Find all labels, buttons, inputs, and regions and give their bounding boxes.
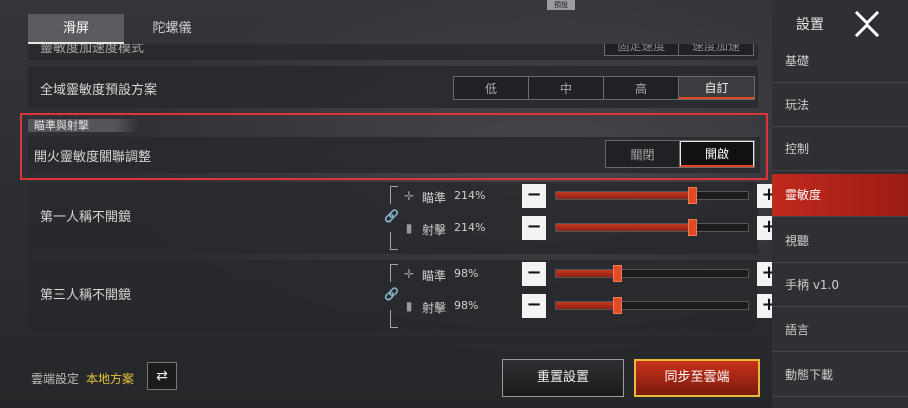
tab-swipe[interactable]: 滑屏 bbox=[28, 14, 124, 44]
sidebar-item-control[interactable]: 控制 bbox=[772, 128, 908, 171]
slider-value: 98% bbox=[454, 267, 479, 280]
slider-value: 214% bbox=[454, 189, 486, 202]
option-on[interactable]: 開啟 bbox=[680, 141, 754, 167]
close-icon-graphic bbox=[854, 10, 880, 38]
slider-thumb[interactable] bbox=[688, 219, 698, 236]
decrease-button[interactable]: − bbox=[522, 294, 546, 318]
slider-value: 98% bbox=[454, 299, 479, 312]
crosshair-icon: ✛ bbox=[403, 189, 415, 203]
global-preset-label: 全域靈敏度預設方案 bbox=[40, 83, 158, 98]
slider-name: 射擊 bbox=[422, 301, 447, 315]
sidebar-item-audiovisual[interactable]: 視聽 bbox=[772, 220, 908, 263]
third-person-no-scope-group: 第三人稱不開鏡 🔗 ✛ 瞄準 98% − + ▮ 射擊 98% − + bbox=[28, 260, 781, 332]
sidebar-item-sensitivity[interactable]: 靈敏度 bbox=[772, 174, 908, 217]
bullets-icon: ▮ bbox=[405, 221, 413, 235]
slider-fill bbox=[556, 192, 693, 199]
slider-track[interactable] bbox=[555, 265, 749, 282]
sidebar-title: 設置 bbox=[796, 17, 824, 33]
slider-name: 瞄準 bbox=[422, 191, 447, 205]
decrease-button[interactable]: − bbox=[522, 184, 546, 208]
next-row-stub bbox=[28, 336, 758, 344]
preset-high[interactable]: 高 bbox=[604, 77, 679, 99]
acceleration-mode-toggle: 固定速度 速度加速 bbox=[604, 44, 754, 56]
slider-thumb[interactable] bbox=[688, 187, 698, 204]
sidebar-item-dynamic-download[interactable]: 動態下載 bbox=[772, 354, 908, 397]
slider-thumb[interactable] bbox=[613, 297, 623, 314]
fire-sensitivity-link-row: 開火靈敏度關聯調整 關閉 開啟 bbox=[28, 137, 760, 173]
cloud-settings-value[interactable]: 本地方案 bbox=[86, 370, 134, 387]
aim-shoot-header: 瞄準與射擊 bbox=[28, 119, 138, 132]
swap-icon[interactable]: ⇄ bbox=[147, 362, 177, 390]
option-speed-accel[interactable]: 速度加速 bbox=[679, 44, 753, 55]
bullets-icon: ▮ bbox=[405, 299, 413, 313]
sidebar-item-basic[interactable]: 基礎 bbox=[772, 40, 908, 83]
global-preset-selector: 低 中 高 自訂 bbox=[453, 76, 755, 100]
aim-shoot-section: 瞄準與射擊 開火靈敏度關聯調整 關閉 開啟 bbox=[20, 113, 768, 180]
slider-row-fire: ▮ 射擊 214% − + bbox=[396, 216, 781, 242]
option-off[interactable]: 關閉 bbox=[606, 141, 680, 167]
sidebar-item-language[interactable]: 語言 bbox=[772, 309, 908, 352]
acceleration-mode-label: 靈敏度加速度模式 bbox=[40, 44, 145, 56]
slider-row-fire: ▮ 射擊 98% − + bbox=[396, 294, 781, 320]
cloud-settings-label: 雲端設定 bbox=[31, 372, 80, 386]
slider-track[interactable] bbox=[555, 297, 749, 314]
group-label: 第三人稱不開鏡 bbox=[40, 288, 132, 303]
top-tabs: 滑屏 陀螺儀 bbox=[28, 14, 220, 44]
close-icon[interactable] bbox=[852, 10, 882, 38]
group-label: 第一人稱不開鏡 bbox=[40, 210, 132, 225]
slider-fill bbox=[556, 224, 693, 231]
slider-value: 214% bbox=[454, 221, 486, 234]
slider-track[interactable] bbox=[555, 219, 749, 236]
option-fixed-speed[interactable]: 固定速度 bbox=[605, 44, 679, 55]
default-badge: 預設 bbox=[547, 0, 575, 10]
sidebar-item-gameplay[interactable]: 玩法 bbox=[772, 84, 908, 127]
tab-gyroscope[interactable]: 陀螺儀 bbox=[124, 14, 220, 44]
global-preset-row: 全域靈敏度預設方案 低 中 高 自訂 bbox=[28, 66, 758, 108]
slider-name: 射擊 bbox=[422, 223, 447, 237]
decrease-button[interactable]: − bbox=[522, 216, 546, 240]
slider-fill bbox=[556, 302, 618, 309]
slider-name: 瞄準 bbox=[422, 269, 447, 283]
slider-row-aim: ✛ 瞄準 214% − + bbox=[396, 184, 781, 210]
slider-fill bbox=[556, 270, 618, 277]
preset-low[interactable]: 低 bbox=[454, 77, 529, 99]
acceleration-mode-row: 靈敏度加速度模式 固定速度 速度加速 bbox=[28, 44, 758, 60]
sidebar-item-controller[interactable]: 手柄 v1.0 bbox=[772, 264, 908, 307]
crosshair-icon: ✛ bbox=[403, 267, 415, 281]
slider-row-aim: ✛ 瞄準 98% − + bbox=[396, 262, 781, 288]
fire-sensitivity-link-toggle: 關閉 開啟 bbox=[605, 140, 755, 168]
slider-track[interactable] bbox=[555, 187, 749, 204]
reset-settings-button[interactable]: 重置設置 bbox=[502, 359, 624, 397]
sync-to-cloud-button[interactable]: 同步至雲端 bbox=[634, 359, 760, 397]
decrease-button[interactable]: − bbox=[522, 262, 546, 286]
preset-custom[interactable]: 自訂 bbox=[679, 77, 754, 99]
slider-thumb[interactable] bbox=[613, 265, 623, 282]
preset-medium[interactable]: 中 bbox=[529, 77, 604, 99]
fire-sensitivity-link-label: 開火靈敏度關聯調整 bbox=[34, 150, 152, 165]
first-person-no-scope-group: 第一人稱不開鏡 🔗 ✛ 瞄準 214% − + ▮ 射擊 214% − + bbox=[28, 182, 781, 254]
